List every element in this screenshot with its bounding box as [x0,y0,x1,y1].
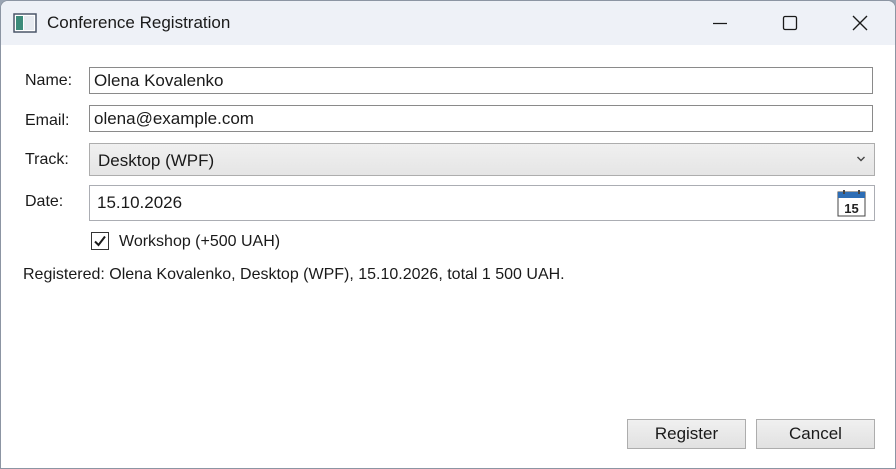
name-label: Name: [25,72,73,89]
workshop-checkbox[interactable] [91,232,109,250]
track-label: Track: [25,151,69,168]
calendar-icon: 15 [837,190,866,217]
chevron-down-icon [857,156,865,162]
date-input[interactable] [92,188,832,218]
window-title: Conference Registration [47,13,231,32]
calendar-day-text: 15 [844,201,858,216]
track-selected-value: Desktop (WPF) [98,151,215,170]
registration-summary: Registered: Olena Kovalenko, Desktop (WP… [23,266,565,283]
register-button[interactable]: Register [627,419,746,449]
track-combobox[interactable]: Desktop (WPF) [89,143,875,176]
email-input[interactable] [89,105,873,132]
date-label: Date: [25,193,64,210]
title-bar[interactable]: Conference Registration [1,1,895,45]
workshop-label[interactable]: Workshop (+500 UAH) [119,232,280,252]
window-app-icon [13,13,37,33]
app-window: Conference Registration Name: Email: Tra… [0,0,896,469]
checkmark-icon [94,235,106,247]
date-picker: 15 [89,185,875,221]
name-input[interactable] [89,67,873,94]
minimize-button[interactable] [685,1,755,45]
maximize-button[interactable] [755,1,825,45]
maximize-icon [782,15,798,31]
minimize-icon [713,22,727,25]
cancel-button[interactable]: Cancel [756,419,875,449]
close-button[interactable] [825,1,895,45]
calendar-button[interactable]: 15 [837,189,866,218]
close-icon [852,15,868,31]
email-label: Email: [25,112,70,129]
